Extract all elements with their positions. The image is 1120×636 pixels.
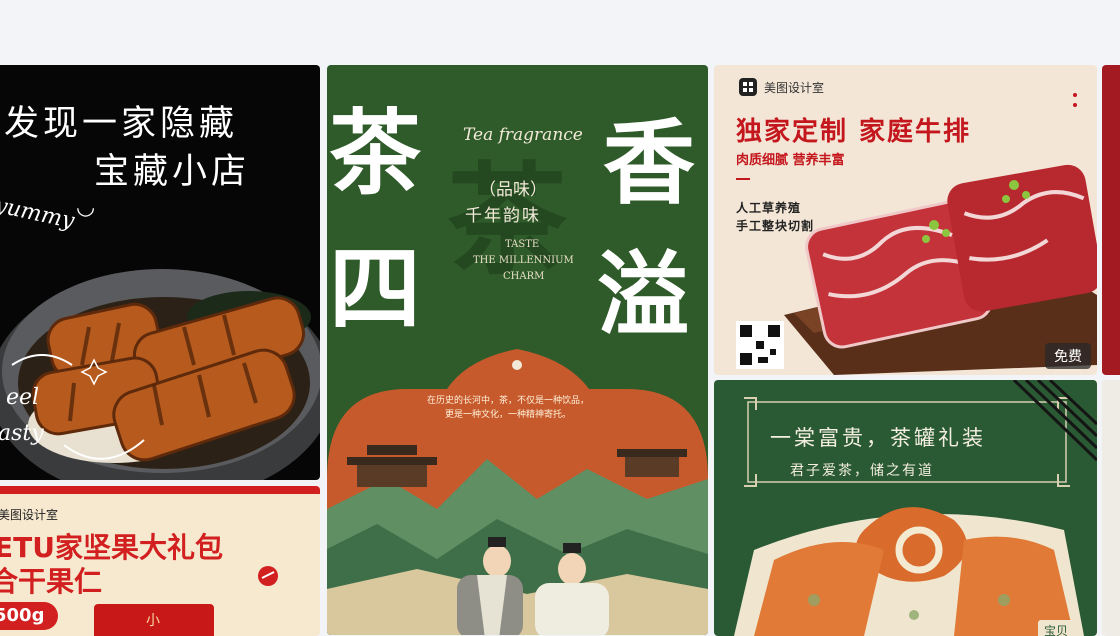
template-card-partial-red[interactable] (1102, 65, 1120, 375)
nut-weight-badge: 500g (0, 602, 59, 630)
eel-script-tasty: asty (0, 421, 44, 446)
template-card-partial-light[interactable] (1102, 380, 1120, 636)
nut-brand-label: 美图设计室 (0, 508, 59, 522)
tea-char-left-bottom: 四 (329, 235, 422, 343)
nut-badge-icon (258, 566, 278, 586)
eel-script-eel: eel (6, 385, 40, 410)
nut-top-stripe (0, 486, 320, 494)
nut-title-line2: 合干果仁 (0, 565, 103, 598)
template-card-steak[interactable]: 美图设计室 独家定制 家庭牛排 肉质细腻 营养丰富 人工草养殖 手工整块切割 免… (714, 65, 1097, 375)
template-card-eel-rice[interactable]: 发现一家隐藏 宝藏小店 yummy ◡ eel asty (0, 65, 320, 480)
tea-en-line2: THE MILLENNIUM (473, 255, 574, 266)
tea-char-right-top: 香 (603, 109, 696, 217)
nut-gift-bag: 小 (94, 604, 214, 636)
gift-frame-decoration (734, 380, 1097, 636)
top-bar (0, 0, 1120, 64)
tea-subtitle-1: （品味） (479, 180, 547, 200)
free-badge: 免费 (1045, 343, 1091, 369)
steak-illustration (736, 164, 1097, 375)
eel-title-line2: 宝藏小店 (94, 152, 251, 192)
eel-title-line1: 发现一家隐藏 (4, 104, 239, 144)
tea-landscape-illustration (327, 349, 708, 635)
tea-subtitle-2: 千年韵味 (465, 206, 541, 226)
tea-char-left-top: 茶 (329, 99, 422, 207)
template-card-tea-poster[interactable]: 茶 茶 四 香 溢 Tea fragrance （品味） 千年韵味 TASTE … (327, 65, 708, 635)
tea-en-line1: TASTE (505, 239, 540, 250)
tea-en-line3: CHARM (503, 271, 545, 282)
eel-script-face: ◡ (76, 195, 96, 220)
tea-char-right-bottom: 溢 (597, 241, 690, 349)
nut-bag-label: 小 (146, 613, 160, 629)
template-card-nut-gift[interactable]: 美图设计室 ETU家坚果大礼包 合干果仁 500g 小 (0, 486, 320, 636)
tea-body-line1: 在历史的长河中，茶，不仅是一种饮品， (427, 396, 590, 406)
gift-corner-badge: 宝贝 (1038, 620, 1075, 636)
gift-title: 一棠富贵，茶罐礼装 (770, 426, 986, 450)
tea-body-line2: 更是一种文化，一种精神寄托。 (445, 410, 572, 420)
tea-script-title: Tea fragrance (463, 125, 583, 145)
template-card-tea-gift[interactable]: 一棠富贵，茶罐礼装 君子爱茶，储之有道 宝贝 (714, 380, 1097, 636)
gift-subtitle: 君子爱茶，储之有道 (790, 463, 934, 479)
